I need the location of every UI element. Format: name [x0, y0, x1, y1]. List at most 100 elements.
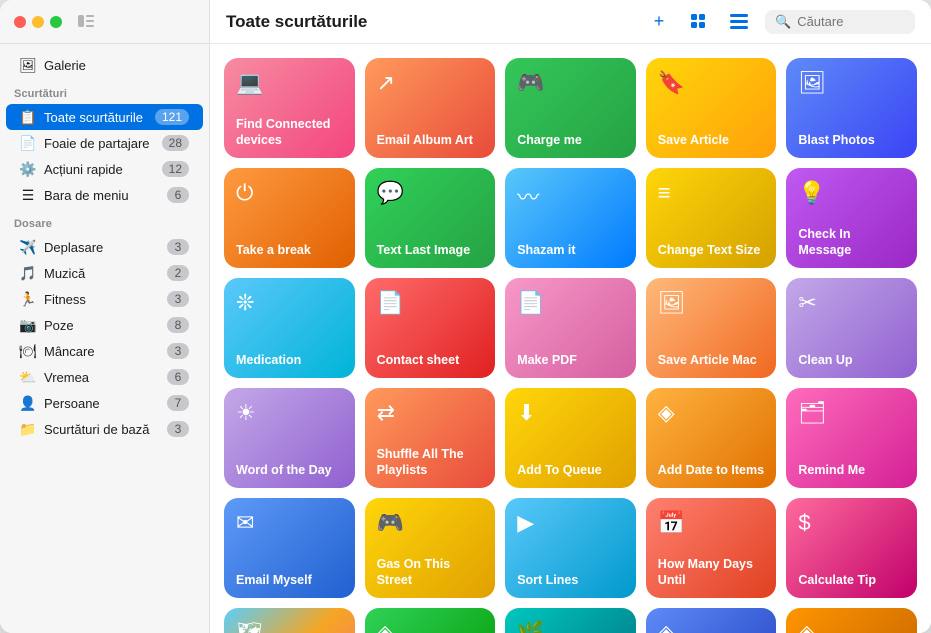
shortcut-card-find-connected[interactable]: 💻 Find Connected devices	[224, 58, 355, 158]
deplasare-count: 3	[167, 239, 189, 255]
card-icon-shazam-it: 〰	[517, 180, 624, 212]
card-icon-check-in: 💡	[798, 180, 905, 206]
mancare-icon: 🍽	[20, 343, 36, 359]
card-icon-change-text-size: ≡	[658, 180, 765, 206]
bara-count: 6	[167, 187, 189, 203]
shortcut-card-remind-me[interactable]: 🗂 Remind Me	[786, 388, 917, 488]
sidebar-item-muzica[interactable]: 🎵 Muzică 2	[6, 260, 203, 286]
minimize-button[interactable]	[32, 16, 44, 28]
shortcut-card-email-myself[interactable]: ✉ Email Myself	[224, 498, 355, 598]
card-label-contact-sheet: Contact sheet	[377, 352, 484, 368]
shortcut-card-save-article[interactable]: 🔖 Save Article	[646, 58, 777, 158]
card-label-remind-me: Remind Me	[798, 462, 905, 478]
sidebar-item-scurtaturi-baza[interactable]: 📁 Scurtături de bază 3	[6, 416, 203, 442]
shortcut-card-contact-sheet[interactable]: 📄 Contact sheet	[365, 278, 496, 378]
sidebar-label-actiuni: Acțiuni rapide	[44, 162, 154, 177]
card-label-word-of-day: Word of the Day	[236, 462, 343, 478]
shortcut-card-screenshots[interactable]: ◈ Screenshots	[365, 608, 496, 633]
shortcut-card-check-in[interactable]: 💡 Check In Message	[786, 168, 917, 268]
shortcut-card-charge-me[interactable]: 🎮 Charge me	[505, 58, 636, 158]
main-content: Toate scurtăturile + 🔍	[210, 0, 931, 633]
card-icon-how-many-days: 📅	[658, 510, 765, 536]
shortcut-card-blast-photos[interactable]: 🖼 Blast Photos	[786, 58, 917, 158]
card-icon-email-myself: ✉	[236, 510, 343, 536]
card-icon-make-pdf: 📄	[517, 290, 624, 316]
card-label-medication: Medication	[236, 352, 343, 368]
shortcut-card-change-text-size[interactable]: ≡ Change Text Size	[646, 168, 777, 268]
card-label-take-break: Take a break	[236, 242, 343, 258]
card-icon-charge-me: 🎮	[517, 70, 624, 96]
sidebar-item-bara[interactable]: ☰ Bara de meniu 6	[6, 182, 203, 208]
bara-icon: ☰	[20, 187, 36, 203]
shortcut-card-location-to-mother[interactable]: 🌿 Location to Mother	[505, 608, 636, 633]
sidebar-item-mancare[interactable]: 🍽 Mâncare 3	[6, 338, 203, 364]
sidebar-titlebar	[0, 0, 209, 44]
sidebar-item-deplasare[interactable]: ✈️ Deplasare 3	[6, 234, 203, 260]
card-label-find-connected: Find Connected devices	[236, 116, 343, 149]
sidebar-item-galerie[interactable]: 🖼 Galerie	[6, 52, 203, 78]
vremea-count: 6	[167, 369, 189, 385]
shortcut-card-take-break[interactable]: ⏻ Take a break	[224, 168, 355, 268]
sidebar-item-vremea[interactable]: ⛅ Vremea 6	[6, 364, 203, 390]
shortcut-card-calculate-tip[interactable]: $ Calculate Tip	[786, 498, 917, 598]
card-icon-remind-me: 🗂	[798, 400, 905, 426]
sidebar-item-persoane[interactable]: 👤 Persoane 7	[6, 390, 203, 416]
sidebar-item-foaie[interactable]: 📄 Foaie de partajare 28	[6, 130, 203, 156]
shortcut-card-clean-up[interactable]: ✂ Clean Up	[786, 278, 917, 378]
card-label-text-last-image: Text Last Image	[377, 242, 484, 258]
fullscreen-button[interactable]	[50, 16, 62, 28]
fitness-count: 3	[167, 291, 189, 307]
shortcut-card-email-album[interactable]: ↗ Email Album Art	[365, 58, 496, 158]
shortcut-card-shazam-it[interactable]: 〰 Shazam it	[505, 168, 636, 268]
fitness-icon: 🏃	[20, 291, 36, 307]
section-header-scurtaturi: Scurtături	[0, 78, 209, 104]
grid-view-button[interactable]	[685, 8, 713, 36]
shortcut-card-add-date-items[interactable]: ◈ Add Date to Items	[646, 388, 777, 488]
card-label-shazam-it: Shazam it	[517, 242, 624, 258]
sidebar-label-scurtaturi-baza: Scurtături de bază	[44, 422, 159, 437]
search-icon: 🔍	[775, 14, 791, 30]
shortcut-card-make-pdf[interactable]: 📄 Make PDF	[505, 278, 636, 378]
sidebar-item-actiuni[interactable]: ⚙️ Acțiuni rapide 12	[6, 156, 203, 182]
sidebar-item-toate[interactable]: 📋 Toate scurtăturile 121	[6, 104, 203, 130]
shortcut-card-text-last-image[interactable]: 💬 Text Last Image	[365, 168, 496, 268]
sidebar-toggle-icon[interactable]	[78, 14, 94, 30]
scurtaturi-baza-icon: 📁	[20, 421, 36, 437]
shortcut-card-medication[interactable]: ❊ Medication	[224, 278, 355, 378]
card-label-make-pdf: Make PDF	[517, 352, 624, 368]
close-button[interactable]	[14, 16, 26, 28]
toate-icon: 📋	[20, 109, 36, 125]
shortcut-card-sort-lines[interactable]: ▶ Sort Lines	[505, 498, 636, 598]
add-button[interactable]: +	[645, 8, 673, 36]
shortcut-card-infinite-loop[interactable]: ◈ Infinite Loop	[646, 608, 777, 633]
sidebar-item-fitness[interactable]: 🏃 Fitness 3	[6, 286, 203, 312]
search-input[interactable]	[797, 14, 905, 29]
shortcut-card-save-article-mac[interactable]: 🖼 Save Article Mac	[646, 278, 777, 378]
sidebar-label-deplasare: Deplasare	[44, 240, 159, 255]
shortcut-card-add-to-queue[interactable]: ⬇ Add To Queue	[505, 388, 636, 488]
shortcut-card-place-to-eat[interactable]: 🗺 Place To Eat	[224, 608, 355, 633]
shortcut-card-word-of-day[interactable]: ☀ Word of the Day	[224, 388, 355, 488]
card-icon-sort-lines: ▶	[517, 510, 624, 536]
card-label-calculate-tip: Calculate Tip	[798, 572, 905, 588]
sidebar-label-persoane: Persoane	[44, 396, 159, 411]
card-label-clean-up: Clean Up	[798, 352, 905, 368]
list-view-button[interactable]	[725, 8, 753, 36]
scurtaturi-baza-count: 3	[167, 421, 189, 437]
card-icon-location-to-mother: 🌿	[517, 620, 624, 633]
galerie-icon: 🖼	[20, 57, 36, 73]
card-icon-infinite-loop: ◈	[658, 620, 765, 633]
card-icon-blast-photos: 🖼	[798, 70, 905, 96]
card-icon-take-break: ⏻	[236, 180, 343, 206]
vremea-icon: ⛅	[20, 369, 36, 385]
shortcut-card-content-graph[interactable]: ◈ Content Graph	[786, 608, 917, 633]
shortcut-card-gas-on-street[interactable]: 🎮 Gas On This Street	[365, 498, 496, 598]
sidebar-item-poze[interactable]: 📷 Poze 8	[6, 312, 203, 338]
shortcut-card-shuffle-playlists[interactable]: ⇄ Shuffle All The Playlists	[365, 388, 496, 488]
card-label-sort-lines: Sort Lines	[517, 572, 624, 588]
card-icon-place-to-eat: 🗺	[236, 620, 343, 633]
toate-count: 121	[155, 109, 189, 125]
shortcut-card-how-many-days[interactable]: 📅 How Many Days Until	[646, 498, 777, 598]
shortcuts-grid: 💻 Find Connected devices ↗ Email Album A…	[210, 44, 931, 633]
actiuni-count: 12	[162, 161, 189, 177]
